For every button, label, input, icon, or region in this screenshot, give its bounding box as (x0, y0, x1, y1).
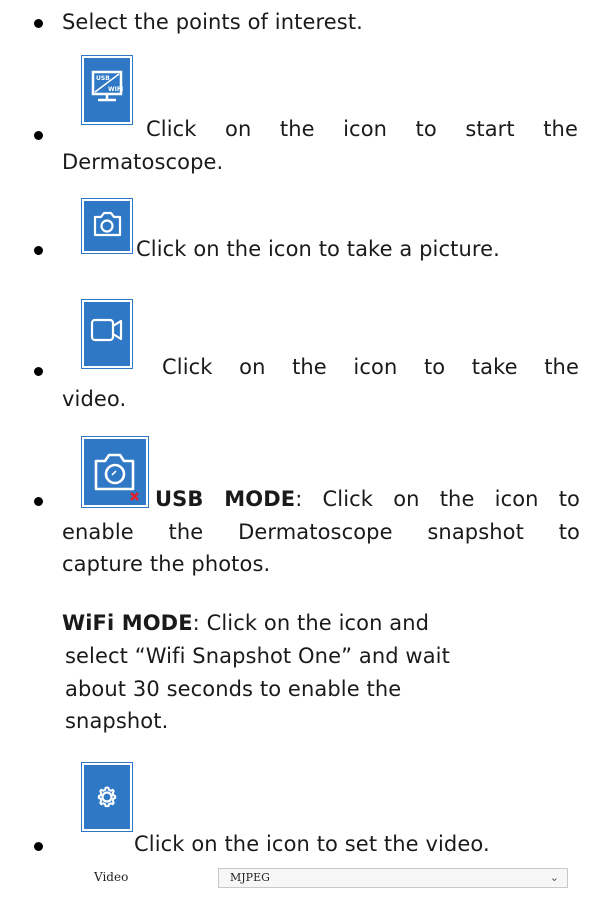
instruction-text: WiFi MODE: Click on the icon and (62, 607, 582, 639)
camera-icon[interactable] (82, 199, 132, 253)
wifi-mode-text: : Click on the icon and (192, 611, 430, 635)
instruction-text: enable the Dermatoscope snapshot to (62, 520, 580, 544)
bullet (34, 19, 43, 28)
instruction-text: capture the photos. (62, 552, 271, 576)
gear-icon[interactable] (82, 763, 132, 831)
chevron-down-icon: ⌄ (549, 871, 559, 884)
instruction-text: Dermatoscope. (62, 150, 224, 174)
instruction-text: snapshot. (65, 709, 169, 733)
instruction-text: USB MODE: Click on the icon to (155, 483, 580, 515)
instruction-text: Click on the icon to start the (146, 117, 578, 141)
video-format-value: MJPEG (230, 871, 270, 884)
instruction-text: video. (62, 387, 127, 411)
video-setting-label: Video (94, 870, 129, 884)
wifi-mode-label: WiFi MODE (62, 611, 193, 635)
instruction-text: Select the points of interest. (62, 10, 363, 34)
bullet (34, 131, 43, 140)
instruction-text: select “Wifi Snapshot One” and wait (65, 644, 450, 668)
video-format-select[interactable]: MJPEG ⌄ (218, 868, 568, 888)
video-setting-row: Video MJPEG ⌄ (94, 868, 570, 890)
usb-wifi-monitor-icon[interactable]: USB WIFI (82, 56, 132, 124)
bullet (34, 246, 43, 255)
instruction-text: Click on the icon to take a picture. (136, 237, 500, 261)
instruction-text: Click on the icon to take the (162, 355, 579, 379)
instruction-text: Click on the icon to set the video. (134, 832, 490, 856)
bullet (34, 367, 43, 376)
usb-label: USB (96, 75, 110, 82)
bullet (34, 497, 43, 506)
instruction-text: about 30 seconds to enable the (65, 677, 402, 701)
wifi-label: WIFI (108, 86, 123, 93)
video-camera-icon[interactable] (82, 300, 132, 368)
bullet (34, 842, 43, 851)
usb-mode-text: : Click on the icon to (295, 487, 580, 511)
usb-mode-label: USB MODE (155, 487, 296, 511)
camera-disabled-icon[interactable] (82, 437, 148, 507)
